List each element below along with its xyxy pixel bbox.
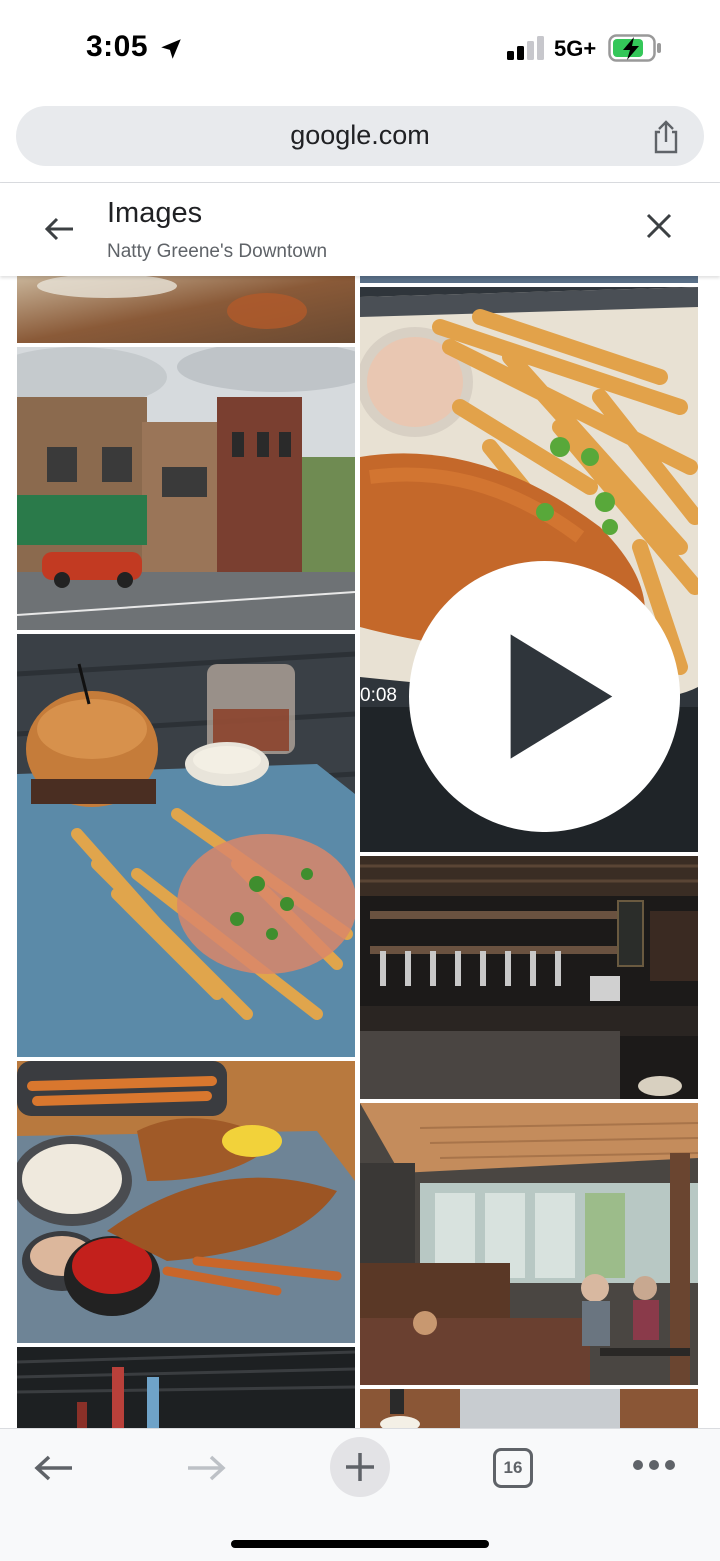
status-bar: 3:05 5G+ bbox=[0, 0, 720, 96]
image-building-exterior[interactable] bbox=[17, 347, 355, 630]
image-bar-taps[interactable] bbox=[360, 856, 698, 1099]
location-arrow-icon bbox=[161, 39, 181, 59]
back-arrow-icon[interactable] bbox=[44, 213, 76, 245]
video-duration: 0:08 bbox=[360, 685, 397, 707]
header-title: Images bbox=[107, 197, 203, 229]
video-badge: 0:08 bbox=[360, 560, 680, 832]
url-text[interactable]: google.com bbox=[16, 120, 704, 151]
image-grid: 0:08 bbox=[0, 276, 720, 1428]
play-icon bbox=[408, 560, 680, 832]
network-type: 5G+ bbox=[554, 36, 597, 61]
image-bar-interior-partial[interactable] bbox=[17, 1347, 355, 1428]
bottom-toolbar: 16 bbox=[0, 1428, 720, 1561]
url-bar[interactable]: google.com bbox=[16, 106, 704, 166]
images-header: Images Natty Greene's Downtown bbox=[0, 183, 720, 276]
header-subtitle: Natty Greene's Downtown bbox=[107, 241, 328, 262]
status-time: 3:05 bbox=[86, 30, 149, 63]
forward-icon[interactable] bbox=[186, 1452, 226, 1484]
home-indicator bbox=[231, 1540, 489, 1548]
share-icon[interactable] bbox=[650, 120, 682, 154]
tabs-icon[interactable]: 16 bbox=[493, 1448, 533, 1488]
image-partial-top-left[interactable] bbox=[17, 276, 355, 343]
back-icon[interactable] bbox=[34, 1452, 74, 1484]
signal-icon bbox=[507, 36, 544, 60]
more-icon[interactable] bbox=[632, 1459, 676, 1471]
new-tab-icon bbox=[346, 1453, 374, 1481]
image-fish-and-fries-video[interactable]: 0:08 bbox=[360, 287, 698, 852]
image-ceiling-partial[interactable] bbox=[360, 1389, 698, 1428]
image-partial-top-right[interactable] bbox=[360, 276, 698, 283]
image-burger-and-fries[interactable] bbox=[17, 634, 355, 1057]
battery-charging-icon bbox=[608, 34, 661, 62]
image-fried-fish-plate[interactable] bbox=[17, 1061, 355, 1343]
new-tab-button[interactable] bbox=[330, 1437, 390, 1497]
image-dining-room[interactable] bbox=[360, 1103, 698, 1385]
close-icon[interactable] bbox=[644, 211, 674, 241]
